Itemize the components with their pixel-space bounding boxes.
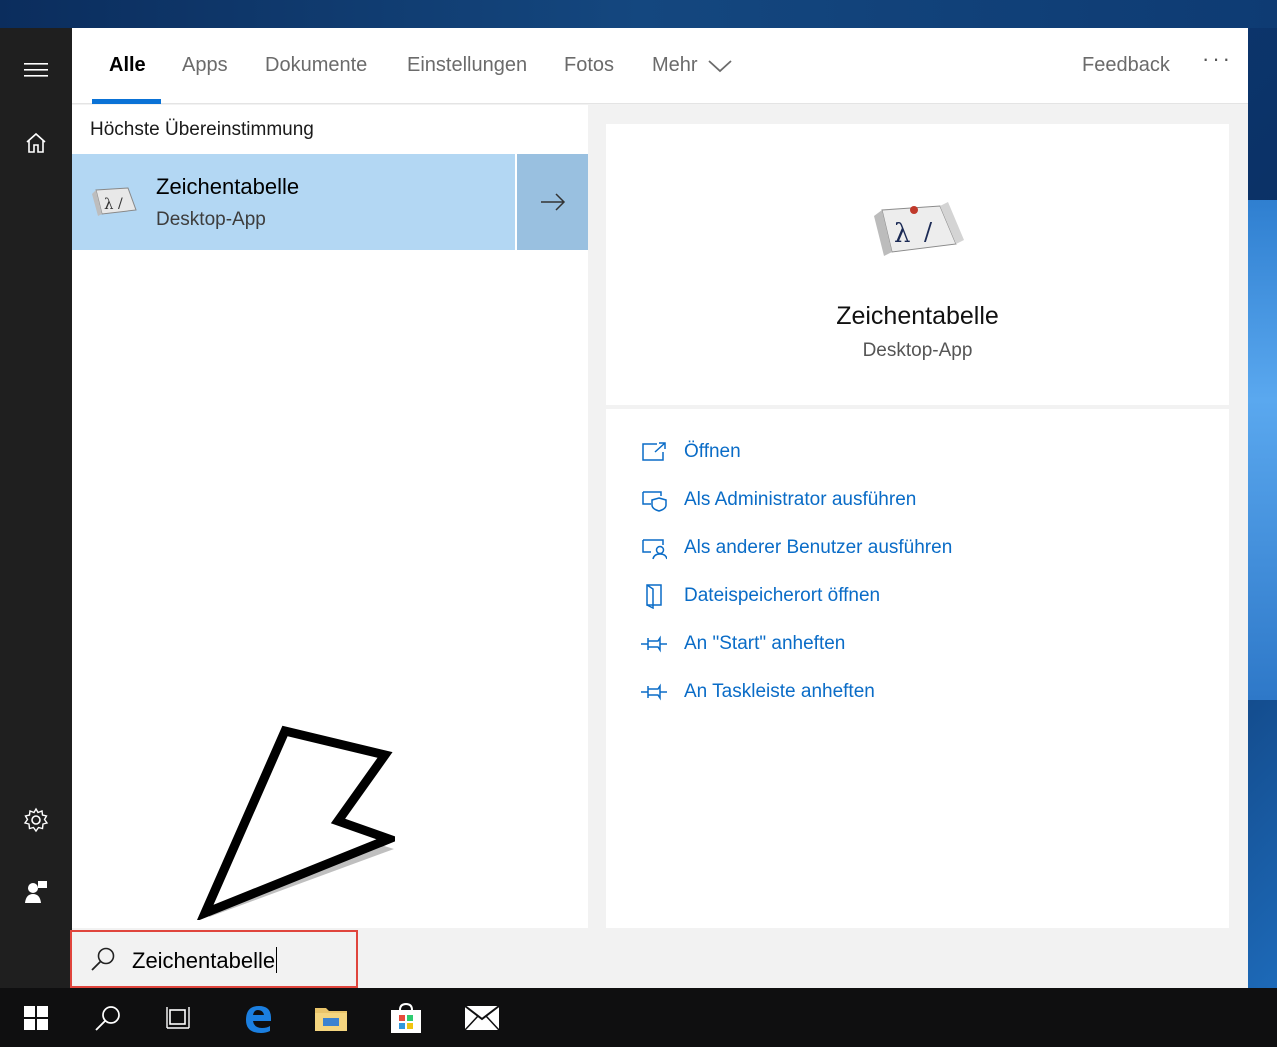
detail-app-type: Desktop-App <box>862 340 973 361</box>
action-open-file-location[interactable]: Dateispeicherort öffnen <box>640 581 880 611</box>
hamburger-menu-button[interactable] <box>0 42 72 98</box>
action-run-as-other-user[interactable]: Als anderer Benutzer ausführen <box>640 533 952 563</box>
home-button[interactable] <box>0 115 72 171</box>
tab-all[interactable]: Alle <box>109 54 146 77</box>
action-label: Als anderer Benutzer ausführen <box>684 537 953 558</box>
detail-actions: Öffnen Als Administrator ausführen Als a… <box>606 409 1229 928</box>
open-icon <box>642 442 666 461</box>
windows-logo-icon <box>24 1005 48 1030</box>
action-pin-to-taskbar[interactable]: An Taskleiste anheften <box>640 677 875 707</box>
svg-text:/: / <box>924 218 933 246</box>
tab-settings[interactable]: Einstellungen <box>407 54 527 77</box>
expand-details-button[interactable] <box>517 154 588 250</box>
shield-icon <box>642 491 667 512</box>
tab-documents[interactable]: Dokumente <box>265 54 367 77</box>
file-explorer-button[interactable] <box>295 988 367 1047</box>
mail-icon <box>464 1004 500 1031</box>
home-icon <box>26 132 46 153</box>
section-title: Höchste Übereinstimmung <box>90 119 314 140</box>
action-pin-to-start[interactable]: An "Start" anheften <box>640 629 845 659</box>
tab-more[interactable]: Mehr <box>652 54 698 77</box>
charmap-large-icon: λ / <box>874 202 964 256</box>
search-icon <box>95 1005 120 1031</box>
gear-icon <box>23 807 49 833</box>
settings-button[interactable] <box>0 792 72 848</box>
edge-browser-button[interactable] <box>222 988 294 1047</box>
taskbar <box>0 988 1277 1047</box>
action-open[interactable]: Öffnen <box>640 437 741 467</box>
store-button[interactable] <box>370 988 442 1047</box>
best-match-type: Desktop-App <box>156 209 266 230</box>
mail-button[interactable] <box>446 988 518 1047</box>
user-icon <box>642 539 667 560</box>
best-match-name: Zeichentabelle <box>156 174 300 199</box>
feedback-link[interactable]: Feedback <box>1082 54 1170 77</box>
action-run-as-admin[interactable]: Als Administrator ausführen <box>640 485 916 515</box>
action-label: Öffnen <box>684 441 741 462</box>
svg-text:λ: λ <box>894 219 910 249</box>
tab-photos[interactable]: Fotos <box>564 54 614 77</box>
detail-app-name: Zeichentabelle <box>836 302 999 330</box>
hamburger-icon <box>24 63 48 77</box>
action-label: An Taskleiste anheften <box>684 681 875 702</box>
pin-icon <box>641 683 667 701</box>
search-highlight-frame <box>70 930 358 988</box>
svg-text:/: / <box>118 196 123 212</box>
desktop-background-top <box>0 0 1277 28</box>
action-label: An "Start" anheften <box>684 633 846 654</box>
action-label: Als Administrator ausführen <box>684 489 917 510</box>
folder-icon <box>315 1007 347 1031</box>
annotation-arrow-icon <box>197 725 395 920</box>
folder-location-icon <box>646 584 662 609</box>
charmap-icon: λ / <box>92 187 137 216</box>
more-options-button[interactable]: ··· <box>1202 46 1233 72</box>
pin-icon <box>641 635 667 653</box>
svg-text:λ: λ <box>104 195 114 213</box>
arrow-right-icon <box>540 193 565 211</box>
active-tab-indicator <box>92 99 161 104</box>
chevron-down-icon[interactable] <box>707 58 733 74</box>
start-side-rail <box>0 28 72 988</box>
best-match-item[interactable]: λ / Zeichentabelle Desktop-App <box>72 154 515 250</box>
task-view-icon <box>166 1006 190 1029</box>
action-label: Dateispeicherort öffnen <box>684 585 881 606</box>
taskbar-search-button[interactable] <box>72 988 144 1047</box>
user-feedback-icon <box>25 881 47 903</box>
store-icon <box>391 1002 421 1033</box>
start-button[interactable] <box>0 988 72 1047</box>
edge-icon <box>246 1005 271 1033</box>
tab-apps[interactable]: Apps <box>182 54 228 77</box>
detail-header: λ / Zeichentabelle Desktop-App <box>606 124 1229 405</box>
task-view-button[interactable] <box>144 988 216 1047</box>
search-tab-bar: Alle Apps Dokumente Einstellungen Fotos … <box>72 28 1248 104</box>
feedback-hub-button[interactable] <box>0 864 72 920</box>
